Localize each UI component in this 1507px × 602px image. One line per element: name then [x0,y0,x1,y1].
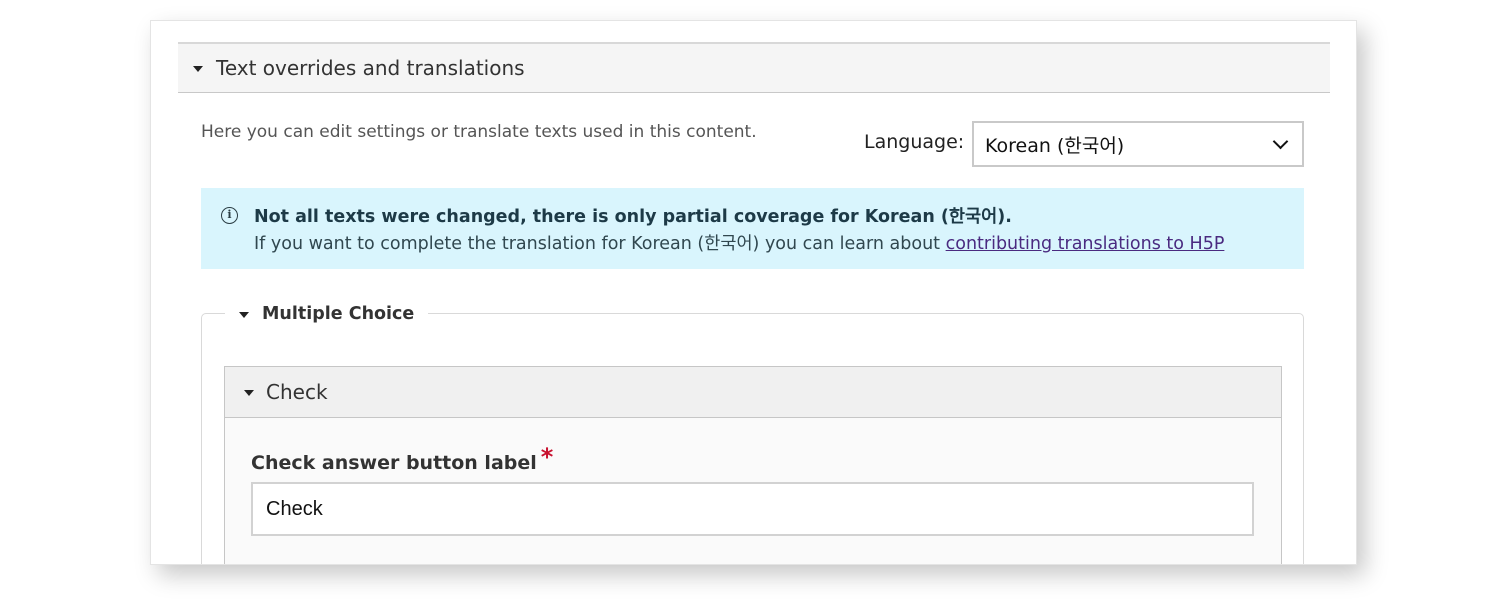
section-header-text-overrides[interactable]: Text overrides and translations [178,42,1330,93]
partial-coverage-notice: i Not all texts were changed, there is o… [201,188,1304,269]
language-select[interactable]: Korean (한국어) [972,121,1304,167]
field-label-text: Check answer button label [251,452,537,474]
multiple-choice-legend[interactable]: Multiple Choice [225,301,429,327]
caret-down-icon [244,390,254,396]
group-header-check[interactable]: Check [225,367,1281,418]
check-group: Check Check answer button label * [224,366,1282,564]
contributing-translations-link[interactable]: contributing translations to H5P [946,234,1225,254]
editor-card: Text overrides and translations Here you… [150,20,1357,565]
info-icon: i [221,207,238,224]
language-selected-value: Korean (한국어) [985,134,1125,157]
caret-down-icon [239,312,249,318]
section-title: Text overrides and translations [216,56,525,80]
notice-body: If you want to complete the translation … [254,230,1224,255]
chevron-down-icon [1272,133,1289,150]
section-description: Here you can edit settings or translate … [201,122,757,142]
required-marker: * [540,443,554,471]
notice-title: Not all texts were changed, there is onl… [254,207,1012,227]
language-label: Language: [864,131,965,153]
caret-down-icon [193,66,203,72]
legend-title: Multiple Choice [262,304,415,324]
check-answer-label: Check answer button label * [251,443,553,475]
notice-body-text: If you want to complete the translation … [254,234,946,254]
check-answer-input[interactable] [251,482,1254,536]
group-title: Check [266,380,328,404]
